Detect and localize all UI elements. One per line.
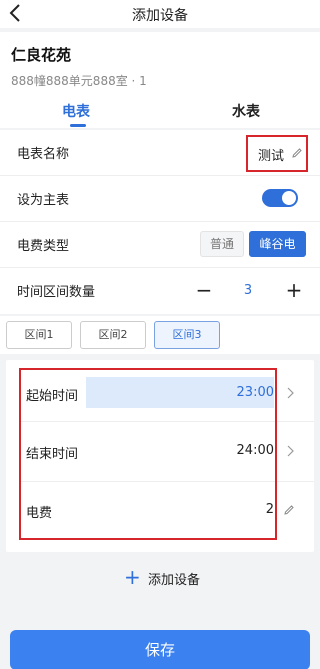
property-name: 仁良花苑	[11, 46, 72, 64]
start-time-label: 起始时间	[26, 389, 79, 404]
page-title: 添加设备	[132, 8, 188, 24]
interval-tab-3[interactable]: 区间3	[154, 321, 220, 349]
add-device-label: 添加设备	[148, 573, 201, 588]
meter-name-highlight	[246, 135, 308, 172]
set-main-label: 设为主表	[17, 193, 70, 208]
tab-water-meter[interactable]: 水表	[232, 101, 260, 121]
save-button[interactable]: 保存	[10, 630, 310, 669]
decrement-button[interactable]: −	[194, 278, 214, 304]
pencil-icon[interactable]	[283, 504, 295, 516]
fee-type-peak-option[interactable]: 峰谷电	[249, 231, 306, 257]
interval-tabs: 区间1 区间2 区间3	[0, 316, 320, 354]
end-time-label: 结束时间	[26, 447, 79, 462]
set-main-toggle[interactable]	[262, 189, 298, 207]
chevron-right-icon[interactable]	[285, 444, 295, 458]
fee-type-label: 电费类型	[17, 239, 70, 254]
divider	[20, 481, 314, 482]
toggle-knob	[282, 191, 296, 205]
interval-tab-2[interactable]: 区间2	[80, 321, 146, 349]
start-time-value[interactable]: 23:00	[237, 385, 274, 400]
fee-type-normal-option[interactable]: 普通	[200, 231, 244, 257]
tab-electric-meter[interactable]: 电表	[62, 101, 90, 121]
fee-value[interactable]: 2	[266, 502, 274, 517]
plus-icon: +	[124, 565, 141, 589]
end-time-value[interactable]: 24:00	[237, 443, 274, 458]
increment-button[interactable]: +	[284, 278, 304, 304]
active-tab-indicator	[70, 124, 86, 127]
nav-header: 添加设备	[0, 0, 320, 28]
interval-count-row: 时间区间数量	[0, 268, 320, 314]
add-device-button[interactable]: + 添加设备	[0, 558, 320, 600]
divider	[20, 421, 314, 422]
interval-tab-1[interactable]: 区间1	[6, 321, 72, 349]
chevron-right-icon[interactable]	[285, 386, 295, 400]
meter-name-label: 电表名称	[17, 147, 70, 162]
property-card: 仁良花苑 888幢888单元888室 · 1 电表 水表	[0, 32, 320, 128]
interval-count-label: 时间区间数量	[17, 285, 96, 300]
fee-label: 电费	[26, 506, 53, 521]
property-address: 888幢888单元888室 · 1	[11, 74, 147, 88]
interval-count-value: 3	[243, 283, 253, 298]
